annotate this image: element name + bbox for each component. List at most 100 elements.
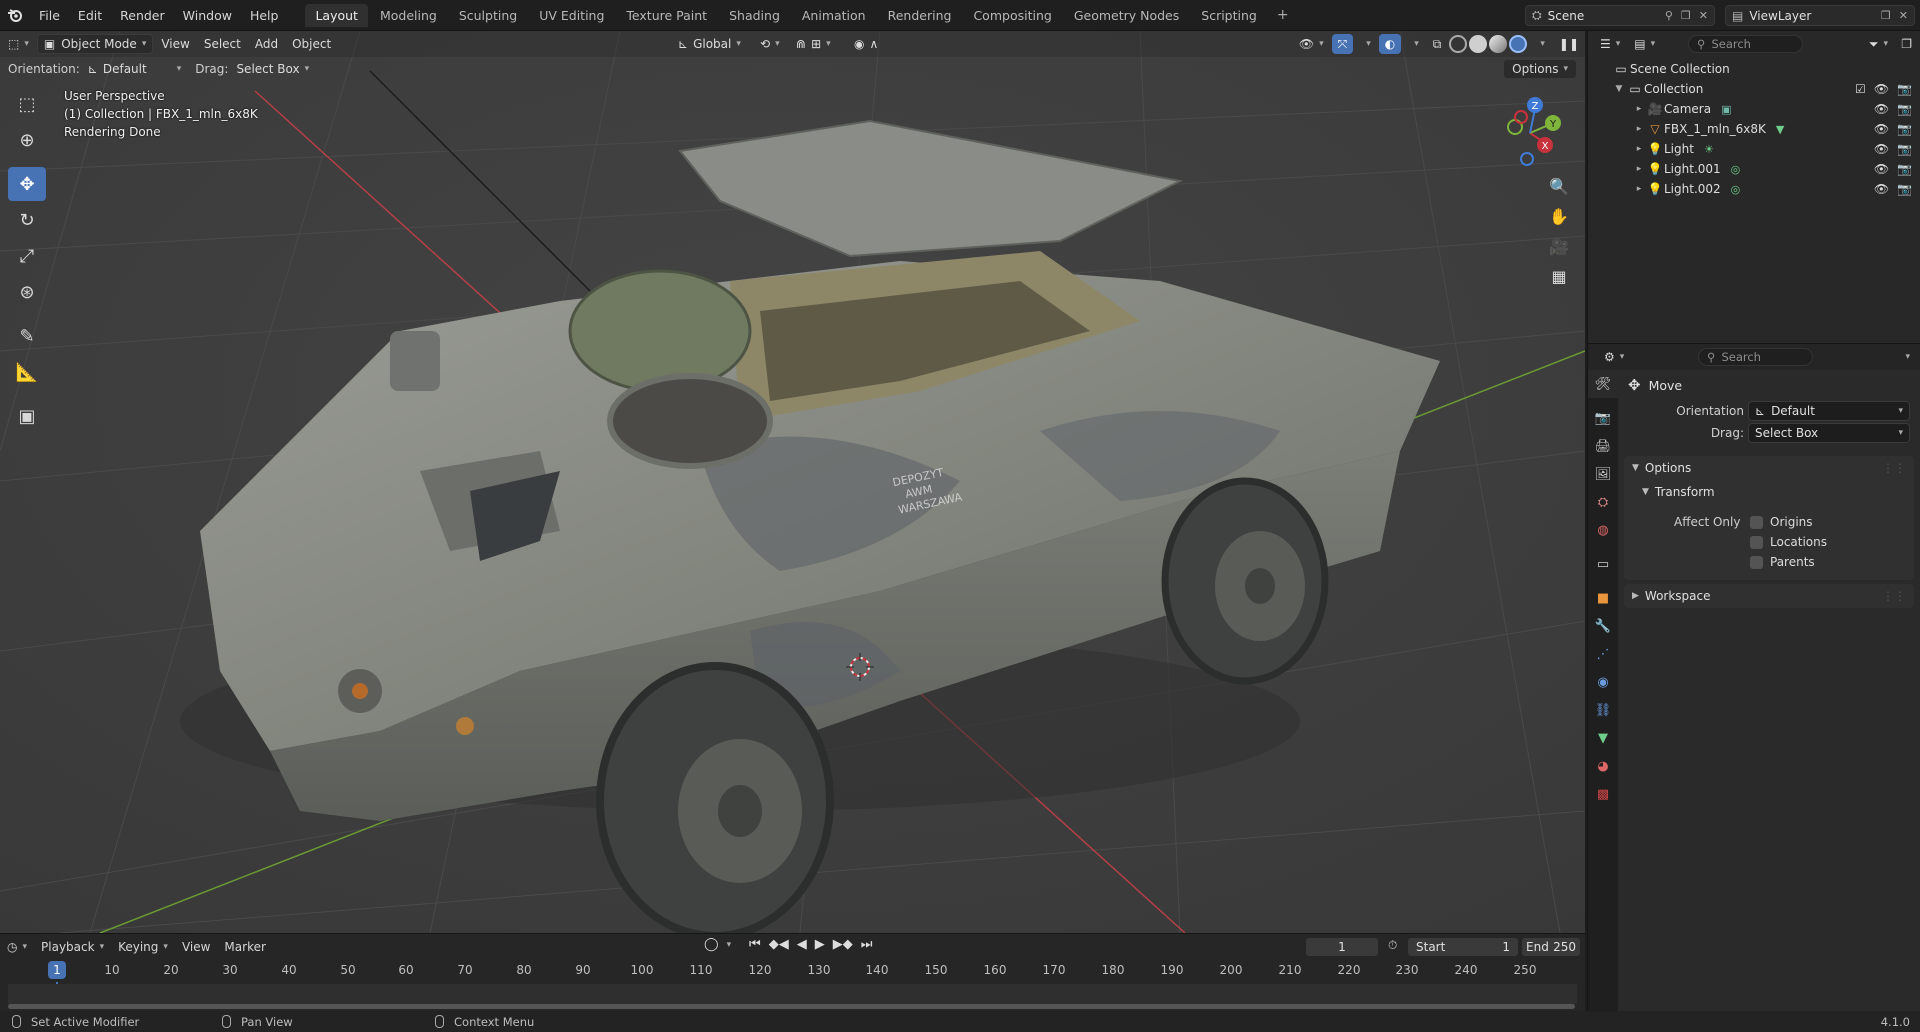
outliner-item-camera[interactable]: ▸ 🎥 Camera ▣ 👁 📷	[1588, 99, 1920, 119]
jump-start-icon[interactable]: ⏮	[749, 937, 761, 952]
rendered-shading-icon[interactable]	[1509, 35, 1528, 53]
drag-dropdown[interactable]: Select Box ▾	[1748, 423, 1910, 443]
editor-type-button[interactable]: ⬚ ▾	[2, 34, 35, 54]
menu-marker[interactable]: Marker	[217, 940, 272, 954]
orientation-dropdown[interactable]: ⊾ Default ▾	[88, 62, 181, 76]
playhead[interactable]: 1	[48, 961, 66, 979]
prev-keyframe-icon[interactable]: ◆◀	[769, 937, 789, 952]
object-tab-icon[interactable]: ■	[1588, 584, 1618, 612]
timeline-ruler[interactable]: 1 10 20 30 40 50 60 70 80 90 100 110 120…	[0, 960, 1585, 982]
3d-viewport[interactable]: DEPOZYT AWM WARSZAWA ⬚ ▾ ▣ Object Mode ▾…	[0, 31, 1585, 933]
end-frame-field[interactable]: End 250	[1522, 938, 1580, 956]
eye-icon[interactable]: 👁	[1874, 182, 1889, 196]
options-panel-header[interactable]: ▼ Options ⋮⋮	[1624, 456, 1914, 480]
pivot-point-button[interactable]: ⟲ ▾	[754, 34, 786, 54]
move-tool-icon[interactable]: ✥	[8, 167, 46, 201]
menu-view[interactable]: View	[155, 34, 195, 54]
zoom-icon[interactable]: 🔍	[1545, 171, 1573, 201]
eye-icon[interactable]: 👁	[1874, 102, 1889, 116]
menu-file[interactable]: File	[30, 0, 69, 31]
snap-button[interactable]: ⋒ ⊞ ▾	[790, 34, 837, 54]
menu-render[interactable]: Render	[111, 0, 174, 31]
menu-object[interactable]: Object	[286, 34, 337, 54]
expand-icon[interactable]: ▸	[1632, 104, 1646, 114]
menu-select[interactable]: Select	[198, 34, 247, 54]
play-reverse-icon[interactable]: ◀	[797, 937, 807, 952]
add-workspace-icon[interactable]: +	[1269, 7, 1297, 23]
add-cube-tool-icon[interactable]: ▣	[8, 399, 46, 433]
timeline-scrollbar[interactable]	[8, 1004, 1575, 1009]
render-camera-icon[interactable]: 📷	[1897, 122, 1912, 136]
overlays-dropdown-icon[interactable]: ▾	[1403, 34, 1425, 54]
pin-icon[interactable]: ⚲	[1665, 9, 1673, 22]
eye-icon[interactable]: 👁	[1874, 82, 1889, 96]
render-camera-icon[interactable]: 📷	[1897, 142, 1912, 156]
close-icon[interactable]: ✕	[1699, 9, 1708, 22]
drag-handle-icon[interactable]: ⋮⋮	[1882, 461, 1906, 475]
collection-tab-icon[interactable]: ▭	[1588, 550, 1618, 578]
properties-options-icon[interactable]: ▾	[1894, 347, 1916, 367]
modifier-tab-icon[interactable]: 🔧	[1588, 612, 1618, 640]
expand-icon[interactable]: ▸	[1632, 184, 1646, 194]
tab-uv-editing[interactable]: UV Editing	[529, 4, 614, 27]
output-tab-icon[interactable]: 🖨	[1588, 432, 1618, 460]
menu-window[interactable]: Window	[174, 0, 241, 31]
options-dropdown[interactable]: Options ▾	[1503, 59, 1577, 79]
outliner-editor-type[interactable]: ☰ ▾	[1594, 34, 1626, 54]
parents-checkbox[interactable]	[1750, 555, 1763, 569]
start-frame-field[interactable]: Start 1	[1408, 938, 1518, 956]
camera-view-icon[interactable]: 🎥	[1545, 231, 1573, 261]
shading-dropdown-icon[interactable]: ▾	[1529, 34, 1551, 54]
origins-checkbox[interactable]	[1750, 515, 1763, 529]
transform-panel-header[interactable]: ▼ Transform	[1624, 480, 1914, 504]
render-tab-icon[interactable]: 📷	[1588, 404, 1618, 432]
view-layer-selector[interactable]: ▤ ViewLayer ❐ ✕	[1725, 5, 1915, 26]
scene-tab-icon[interactable]: ⛭	[1588, 488, 1618, 516]
outliner-item-light[interactable]: ▸ 💡 Light ☀ 👁 📷	[1588, 139, 1920, 159]
outliner-item-light-001[interactable]: ▸ 💡 Light.001 ◎ 👁 📷	[1588, 159, 1920, 179]
locations-checkbox[interactable]	[1750, 535, 1763, 549]
render-camera-icon[interactable]: 📷	[1897, 82, 1912, 96]
jump-end-icon[interactable]: ⏭	[861, 937, 873, 952]
solid-shading-icon[interactable]	[1469, 35, 1488, 53]
outliner-item-mesh[interactable]: ▸ ▽ FBX_1_mln_6x8K ▼ 👁 📷	[1588, 119, 1920, 139]
constraints-tab-icon[interactable]: ⛓	[1588, 696, 1618, 724]
render-camera-icon[interactable]: 📷	[1897, 102, 1912, 116]
tab-modeling[interactable]: Modeling	[370, 4, 447, 27]
particles-tab-icon[interactable]: ⋰	[1588, 640, 1618, 668]
auto-keying-button[interactable]: ◯ ▾	[700, 937, 735, 952]
transform-tool-icon[interactable]: ⊛	[8, 275, 46, 309]
tab-shading[interactable]: Shading	[719, 4, 790, 27]
scale-tool-icon[interactable]: ⤢	[8, 239, 46, 273]
scene-selector[interactable]: ⛭ Scene ⚲ ❐ ✕	[1525, 5, 1715, 26]
view-layer-tab-icon[interactable]: 🖼	[1588, 460, 1618, 488]
tab-sculpting[interactable]: Sculpting	[449, 4, 527, 27]
gizmo-toggle-icon[interactable]: ⤧	[1331, 34, 1354, 54]
rotate-tool-icon[interactable]: ↻	[8, 203, 46, 237]
expand-icon[interactable]: ▸	[1632, 144, 1646, 154]
expand-icon[interactable]: ▸	[1632, 164, 1646, 174]
pause-render-icon[interactable]: ❚❚	[1553, 34, 1585, 54]
tab-texture-paint[interactable]: Texture Paint	[616, 4, 717, 27]
next-keyframe-icon[interactable]: ▶◆	[833, 937, 853, 952]
outliner-search-input[interactable]: ⚲ Search	[1688, 35, 1803, 53]
timeline-track[interactable]	[8, 984, 1577, 1004]
menu-help[interactable]: Help	[241, 0, 288, 31]
orientation-dropdown[interactable]: ⊾ Default ▾	[1748, 401, 1910, 421]
eye-icon[interactable]: 👁	[1874, 142, 1889, 156]
texture-tab-icon[interactable]: ▩	[1588, 780, 1618, 808]
neg-z-axis-icon[interactable]	[1520, 152, 1534, 166]
properties-editor-type[interactable]: ⚙ ▾	[1598, 347, 1630, 367]
transform-orientation-selector[interactable]: ⊾ Global ▾	[672, 34, 747, 54]
tab-animation[interactable]: Animation	[792, 4, 876, 27]
collection-checkbox-icon[interactable]: ☑	[1855, 82, 1866, 96]
visibility-icon[interactable]: 👁 ▾	[1293, 34, 1330, 54]
data-tab-icon[interactable]: ▼	[1588, 724, 1618, 752]
display-mode-button[interactable]: ▤ ▾	[1628, 34, 1661, 54]
menu-add[interactable]: Add	[249, 34, 284, 54]
blender-logo-icon[interactable]	[0, 0, 30, 31]
xray-icon[interactable]: ⧉	[1427, 34, 1448, 54]
cursor-tool-icon[interactable]: ⊕	[8, 123, 46, 157]
navigation-gizmo[interactable]: X Y Z	[1495, 91, 1565, 171]
expand-icon[interactable]: ▸	[1632, 124, 1646, 134]
